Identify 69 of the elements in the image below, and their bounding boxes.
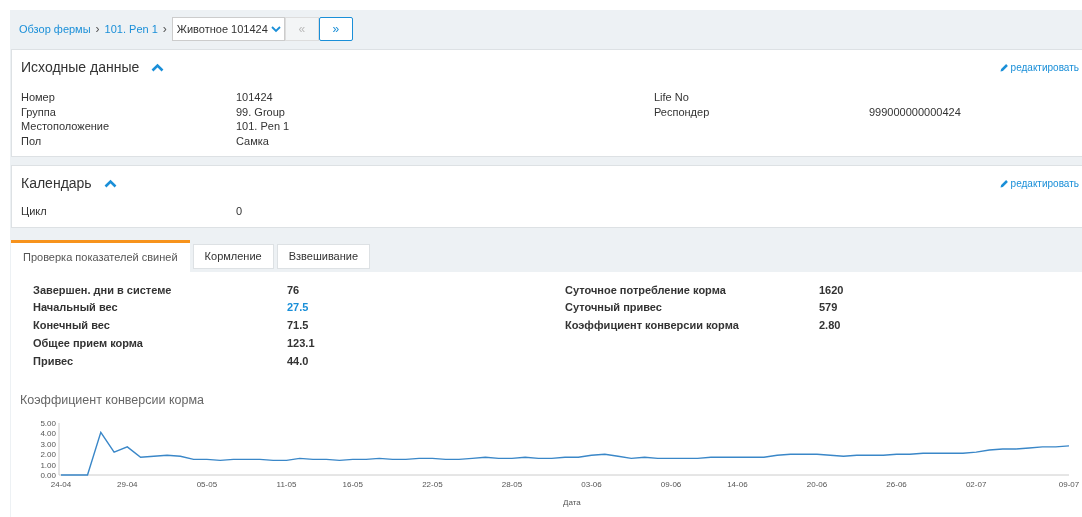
field-value: 0 [236,204,244,219]
x-tick-label: 11-05 [276,480,297,490]
chevron-up-icon[interactable] [151,62,165,72]
field-label: Респондер [654,104,711,119]
stat-label: Суточный привес [565,300,663,316]
breadcrumb-separator: › [95,22,100,36]
tab[interactable]: Проверка показателей свиней [11,239,190,272]
x-tick-label: 24-04 [50,480,72,490]
stat-value: 76 [287,282,301,298]
chevron-up-icon[interactable] [103,178,117,188]
y-tick-label: 1.00 [40,461,56,471]
field-label: Группа [21,104,57,119]
x-tick-label: 03-06 [581,480,602,490]
stat-value: 1620 [819,282,845,298]
stat-label: Привес [33,353,75,369]
stat-label: Конечный вес [33,318,111,334]
field-label: Местоположение [21,119,111,134]
stat-label: Начальный вес [33,300,119,316]
field-label: Номер [21,90,56,105]
x-tick-label: 09-06 [660,480,682,490]
x-tick-label: 28-05 [501,480,523,490]
field-value: 999000000000424 [869,104,962,119]
stat-value: 71.5 [287,318,310,334]
x-tick-label: 09-07 [1058,480,1080,490]
breadcrumb-link[interactable]: 101. Pen 1 [104,23,158,35]
stat-value-link[interactable]: 27.5 [287,299,565,318]
x-tick-label: 05-05 [196,480,218,490]
x-tick-label: 20-06 [806,480,828,490]
y-tick-label: 4.00 [40,429,56,439]
field-value: Самка [236,133,270,148]
y-tick-label: 2.00 [40,450,56,460]
x-tick-label: 22-05 [422,480,443,490]
x-tick-label: 02-07 [965,480,987,490]
next-button[interactable]: » [318,17,353,41]
stat-label: Суточное потребление корма [565,282,727,298]
field-label: Life No [654,90,690,105]
breadcrumb-separator: › [162,22,167,36]
animal-dropdown[interactable]: Животное 101424 [171,17,285,41]
field-label: Цикл [21,204,48,219]
x-tick-label: 29-04 [117,480,138,490]
chevron-down-icon [270,25,281,33]
x-tick-label: 16-05 [342,480,363,490]
y-tick-label: 5.00 [40,419,56,429]
field-value: 101. Pen 1 [236,119,291,134]
y-tick-label: 3.00 [40,440,56,450]
field-value: 101424 [236,90,274,105]
stat-label: Завершен. дни в системе [33,282,173,298]
stat-label: Общее прием корма [33,335,144,351]
breadcrumb-link[interactable]: Обзор фермы [19,23,91,35]
tab[interactable]: Взвешивание [276,243,371,269]
pencil-icon [999,62,1009,72]
x-tick-label: 14-06 [727,480,748,490]
y-tick-label: 0.00 [40,471,56,481]
field-value: 99. Group [236,104,286,119]
section-title: Календарь [21,175,92,191]
edit-link[interactable]: редактировать [999,61,1082,73]
section-title: Исходные данные [21,59,140,75]
stat-value: 123.1 [287,335,316,351]
stat-label: Коэффициент конверсии корма [565,318,740,334]
stat-value: 44.0 [287,353,310,369]
x-tick-label: 26-06 [886,480,907,490]
pencil-icon [999,178,1009,188]
x-axis-title: Дата [563,498,581,508]
tab[interactable]: Кормление [192,243,274,269]
chart-title: Коэффициент конверсии корма [20,393,205,408]
edit-link[interactable]: редактировать [999,177,1082,189]
stat-value: 2.80 [819,318,842,334]
field-label: Пол [21,133,43,148]
stat-value: 579 [819,300,839,316]
